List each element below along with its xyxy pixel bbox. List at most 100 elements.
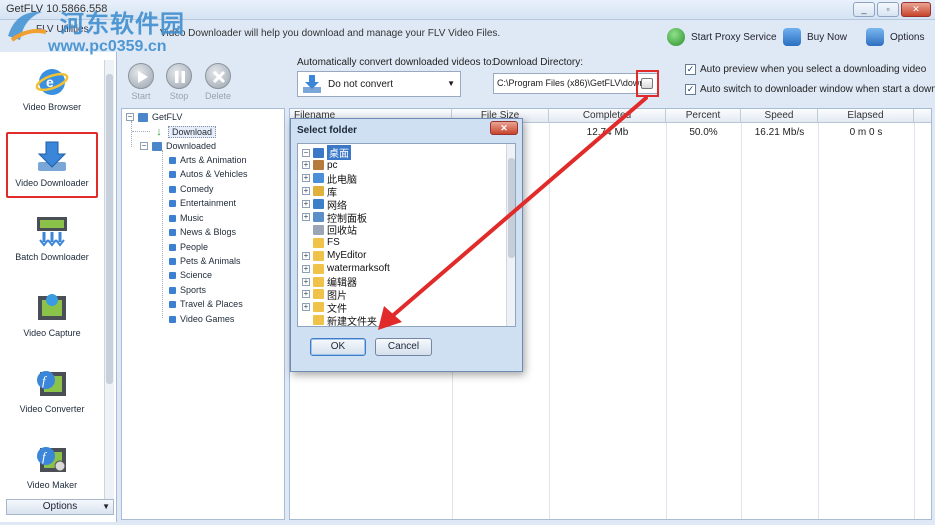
delete-button[interactable]: Delete (201, 63, 235, 101)
folder-item-label: 桌面 (327, 145, 351, 160)
collapse-icon: − (126, 112, 134, 121)
sidebar-item-label: Video Downloader (15, 178, 89, 188)
dialog-title: Select folder (297, 125, 358, 136)
column-header-spacer (914, 109, 931, 123)
folder-icon (313, 289, 324, 300)
expand-icon[interactable]: + (302, 264, 310, 273)
expand-icon[interactable]: + (302, 303, 310, 312)
tree-node-label: Travel & Places (180, 299, 243, 309)
tree-node-label: Downloaded (166, 141, 217, 151)
tree-node-category[interactable]: Entertainment (169, 198, 236, 208)
expand-icon[interactable]: + (302, 161, 310, 170)
collapse-icon[interactable]: − (302, 148, 310, 157)
tree-node-category[interactable]: Arts & Animation (169, 155, 247, 165)
tree-node-root[interactable]: − GetFLV (126, 112, 182, 122)
auto-preview-checkbox[interactable]: ✓ Auto preview when you select a downloa… (685, 64, 926, 75)
convert-select[interactable]: Do not convert ▼ (297, 71, 461, 97)
auto-switch-checkbox[interactable]: ✓ Auto switch to downloader window when … (685, 84, 935, 95)
expand-icon[interactable]: + (302, 187, 310, 196)
tree-node-label: Entertainment (180, 198, 237, 208)
stop-label: Stop (169, 91, 189, 101)
tree-node-category[interactable]: Music (169, 213, 204, 223)
tree-node-label: Pets & Animals (180, 256, 241, 266)
expand-icon[interactable]: + (302, 277, 310, 286)
tree-node-label: Sports (180, 285, 207, 295)
category-icon (169, 300, 176, 308)
folder-item[interactable]: 回收站 (302, 223, 357, 237)
sidebar-scroll-thumb[interactable] (106, 74, 113, 384)
folder-item[interactable]: − 桌面 (302, 145, 351, 160)
tree-node-category[interactable]: Comedy (169, 184, 214, 194)
expand-icon[interactable]: + (302, 290, 310, 299)
download-directory-label: Download Directory: (493, 57, 584, 68)
folder-item[interactable]: FS (302, 236, 340, 249)
tree-node-category[interactable]: Pets & Animals (169, 256, 241, 266)
buy-now-button[interactable]: Buy Now (783, 27, 847, 47)
stop-button[interactable]: Stop (162, 63, 196, 101)
start-proxy-button[interactable]: Start Proxy Service (667, 27, 777, 47)
minimize-button[interactable]: _ (853, 2, 875, 17)
sidebar-scrollbar[interactable] (104, 60, 114, 500)
tab-flv-utilities[interactable]: FLV Utilities (36, 24, 89, 35)
folder-icon (313, 302, 324, 313)
film-download-icon (34, 214, 70, 248)
close-button[interactable]: ✕ (901, 2, 931, 17)
cell-elapsed: 0 m 0 s (849, 127, 883, 138)
tree-node-category[interactable]: News & Blogs (169, 227, 236, 237)
category-icon (169, 243, 176, 251)
convert-value: Do not convert (328, 78, 394, 90)
chevron-down-icon: ▼ (102, 502, 110, 511)
start-button[interactable]: Start (124, 63, 158, 101)
tree-node-downloaded[interactable]: − Downloaded (140, 141, 216, 151)
tree-node-category[interactable]: Sports (169, 285, 206, 295)
folder-item[interactable]: + MyEditor (302, 249, 366, 262)
column-header-completed[interactable]: Completed (549, 109, 666, 123)
options-top-button[interactable]: Options (866, 27, 924, 47)
folder-icon (313, 263, 324, 274)
sidebar-item-batch-downloader[interactable]: Batch Downloader (6, 208, 98, 274)
folder-icon (313, 315, 324, 326)
start-label: Start (131, 91, 151, 101)
sidebar-item-video-maker[interactable]: f Video Maker (6, 436, 98, 502)
maximize-button[interactable]: ▫ (877, 2, 899, 17)
expand-icon[interactable]: + (302, 200, 310, 209)
cart-icon (783, 28, 801, 46)
dialog-close-button[interactable]: ✕ (490, 121, 518, 135)
download-icon: ↓ (156, 125, 162, 138)
ok-button[interactable]: OK (310, 338, 366, 356)
expand-icon[interactable]: + (302, 174, 310, 183)
tree-node-category[interactable]: Autos & Vehicles (169, 169, 248, 179)
folder-item-label: 新建文件夹 (327, 316, 377, 327)
category-icon (169, 199, 176, 207)
tree-node-label: GetFLV (152, 112, 183, 122)
cell-percent: 50.0% (689, 127, 718, 138)
tree-node-category[interactable]: Science (169, 270, 212, 280)
expand-icon[interactable]: + (302, 213, 310, 221)
library-icon (313, 186, 324, 197)
tree-node-category[interactable]: People (169, 242, 208, 252)
options-dropdown[interactable]: Options ▼ (6, 499, 114, 515)
cancel-button[interactable]: Cancel (375, 338, 432, 356)
column-header-percent[interactable]: Percent (666, 109, 741, 123)
sidebar-item-video-capture[interactable]: Video Capture (6, 284, 98, 350)
checkmark-icon: ✓ (685, 64, 696, 75)
tree-node-category[interactable]: Video Games (169, 314, 234, 324)
tree-node-label: People (180, 242, 209, 252)
sidebar-item-video-converter[interactable]: f Video Converter (6, 360, 98, 426)
column-header-speed[interactable]: Speed (741, 109, 818, 123)
title-bar: GetFLV 10.5866.558 _ ▫ ✕ (0, 0, 935, 20)
folder-tree-scrollbar[interactable] (506, 144, 515, 326)
sidebar-item-video-browser[interactable]: e Video Browser (6, 58, 98, 124)
cell-completed: 12.74 Mb (586, 127, 629, 138)
play-icon (667, 28, 685, 46)
download-directory-input[interactable]: C:\Program Files (x86)\GetFLV\down (493, 73, 658, 94)
sidebar-item-video-downloader[interactable]: Video Downloader (6, 132, 98, 198)
folder-item[interactable]: 新建文件夹 (302, 314, 377, 327)
column-header-elapsed[interactable]: Elapsed (818, 109, 914, 123)
tree-node-download[interactable]: ↓ Download (154, 125, 217, 138)
camera-film-icon (34, 290, 70, 324)
tree-node-category[interactable]: Travel & Places (169, 299, 243, 309)
sidebar-item-label: Video Maker (26, 480, 78, 490)
expand-icon[interactable]: + (302, 251, 310, 260)
folder-scroll-thumb[interactable] (508, 158, 515, 258)
